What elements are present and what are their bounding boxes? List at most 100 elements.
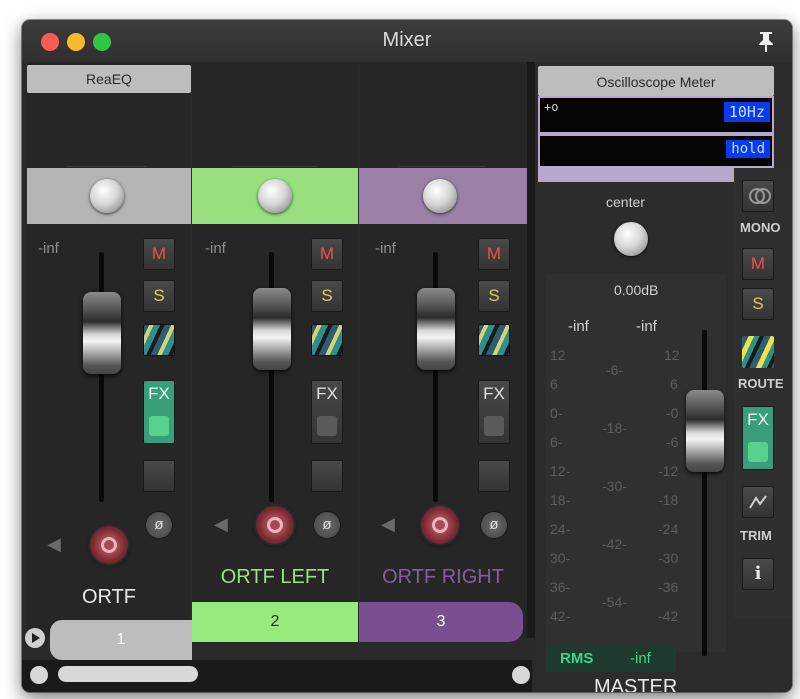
master-fx-button[interactable]: FX bbox=[742, 406, 774, 470]
strip-divider bbox=[527, 62, 535, 638]
scale-right-8: -36 bbox=[658, 579, 679, 595]
master-pan-label: center bbox=[606, 194, 645, 210]
master-fx-power-icon[interactable] bbox=[748, 442, 768, 462]
pan-knob[interactable] bbox=[90, 179, 124, 213]
scale-left-8: 36- bbox=[550, 579, 571, 595]
record-arm-button[interactable] bbox=[256, 506, 294, 544]
volume-fader[interactable] bbox=[253, 288, 291, 370]
record-arm-button[interactable] bbox=[421, 506, 459, 544]
fx-slot-reaeq[interactable]: ReaEQ bbox=[27, 65, 191, 93]
fx-button[interactable]: FX bbox=[478, 380, 510, 444]
mixer-window: Mixer ReaEQ -inf M S FX ø ◀ ORTF 1 -inf bbox=[22, 20, 792, 692]
master-side-column bbox=[734, 168, 792, 618]
phase-invert-button[interactable]: ø bbox=[481, 512, 507, 538]
scale-left-6: 24- bbox=[550, 521, 571, 537]
scale-mid-4: -54- bbox=[602, 594, 627, 610]
master-mute-button[interactable]: M bbox=[742, 248, 774, 280]
master-fx-label: FX bbox=[747, 410, 769, 429]
fx-power-icon[interactable] bbox=[484, 416, 504, 436]
volume-readout: -inf bbox=[38, 240, 59, 257]
record-arm-button[interactable] bbox=[90, 526, 128, 564]
mono-icon-right bbox=[755, 188, 771, 204]
master-volume-fader[interactable] bbox=[686, 390, 724, 472]
mute-button[interactable]: M bbox=[311, 238, 343, 270]
phase-invert-button[interactable]: ø bbox=[146, 512, 172, 538]
scale-left-4: 12- bbox=[550, 463, 571, 479]
track-number-1[interactable]: 1 bbox=[50, 620, 192, 660]
volume-fader[interactable] bbox=[83, 292, 121, 374]
master-envelope-button[interactable] bbox=[742, 486, 774, 518]
fx-label: FX bbox=[148, 384, 170, 403]
master-gain: 0.00dB bbox=[614, 282, 659, 298]
scope-hold[interactable]: hold bbox=[726, 140, 770, 158]
fx-power-icon[interactable] bbox=[149, 416, 169, 436]
track-number-3[interactable]: 3 bbox=[359, 602, 523, 642]
volume-readout: -inf bbox=[205, 240, 226, 257]
scale-right-1: 6 bbox=[670, 376, 678, 392]
master-peak-right: -inf bbox=[636, 318, 657, 335]
scale-right-6: -24 bbox=[658, 521, 679, 537]
track-strip-2: -inf M S FX ø ◀ ORTF LEFT bbox=[192, 62, 358, 638]
scope-frequency[interactable]: 10Hz bbox=[723, 102, 770, 122]
envelope-button[interactable] bbox=[311, 460, 343, 492]
scroll-right-icon[interactable] bbox=[512, 666, 530, 684]
mute-button[interactable]: M bbox=[478, 238, 510, 270]
speaker-icon: ◀ bbox=[47, 534, 61, 554]
scale-right-3: -6 bbox=[666, 434, 679, 450]
master-pan-knob[interactable] bbox=[614, 222, 648, 256]
scale-mid-0: -6- bbox=[606, 362, 624, 378]
master-route-button[interactable] bbox=[742, 336, 774, 368]
fx-divider bbox=[399, 166, 485, 167]
pan-knob[interactable] bbox=[423, 179, 457, 213]
scale-right-7: -30 bbox=[658, 550, 679, 566]
pan-knob[interactable] bbox=[258, 179, 292, 213]
scale-mid-3: -42- bbox=[602, 536, 627, 552]
scale-left-1: 6 bbox=[550, 376, 558, 392]
track-name-3: ORTF RIGHT bbox=[382, 566, 504, 588]
solo-button[interactable]: S bbox=[478, 280, 510, 312]
mute-button[interactable]: M bbox=[143, 238, 175, 270]
scale-right-0: 12 bbox=[664, 347, 680, 363]
title-bar: Mixer bbox=[22, 20, 792, 62]
fx-slot-oscilloscope[interactable]: Oscilloscope Meter bbox=[538, 66, 774, 96]
master-solo-button[interactable]: S bbox=[742, 288, 774, 320]
scale-mid-1: -18- bbox=[602, 420, 627, 436]
route-button[interactable] bbox=[143, 324, 175, 356]
fx-button[interactable]: FX bbox=[311, 380, 343, 444]
route-button[interactable] bbox=[478, 324, 510, 356]
pin-icon[interactable] bbox=[754, 29, 778, 58]
play-arrow-icon[interactable] bbox=[25, 628, 45, 648]
rms-value: -inf bbox=[630, 650, 651, 667]
fx-divider bbox=[232, 166, 318, 167]
trim-label: TRIM bbox=[740, 528, 772, 543]
mono-button[interactable] bbox=[742, 180, 774, 212]
envelope-button[interactable] bbox=[478, 460, 510, 492]
track-strip-1: ReaEQ -inf M S FX ø ◀ ORTF bbox=[27, 62, 191, 638]
scale-right-2: -0 bbox=[666, 405, 679, 421]
fx-button[interactable]: FX bbox=[143, 380, 175, 444]
window-title: Mixer bbox=[382, 29, 432, 51]
fader-track bbox=[99, 252, 104, 502]
solo-button[interactable]: S bbox=[311, 280, 343, 312]
scale-left-3: 6- bbox=[550, 434, 563, 450]
fx-label: FX bbox=[316, 384, 338, 403]
fx-divider bbox=[67, 166, 147, 167]
volume-fader[interactable] bbox=[417, 288, 455, 370]
phase-invert-button[interactable]: ø bbox=[314, 512, 340, 538]
scope-zoom-icon[interactable]: +o bbox=[544, 100, 558, 114]
solo-button[interactable]: S bbox=[143, 280, 175, 312]
route-label: ROUTE bbox=[738, 376, 784, 391]
scroll-left-icon[interactable] bbox=[30, 666, 48, 684]
route-button[interactable] bbox=[311, 324, 343, 356]
master-info-button[interactable]: i bbox=[742, 558, 774, 590]
scale-left-0: 12 bbox=[550, 347, 566, 363]
envelope-button[interactable] bbox=[143, 460, 175, 492]
scale-right-5: -18 bbox=[658, 492, 679, 508]
scroll-thumb[interactable] bbox=[58, 666, 198, 682]
fx-power-icon[interactable] bbox=[317, 416, 337, 436]
rms-label: RMS bbox=[560, 650, 594, 667]
track-number-2[interactable]: 2 bbox=[192, 602, 358, 642]
scale-mid-2: -30- bbox=[602, 478, 627, 494]
scale-right-4: -12 bbox=[658, 463, 679, 479]
master-peak-left: -inf bbox=[568, 318, 589, 335]
